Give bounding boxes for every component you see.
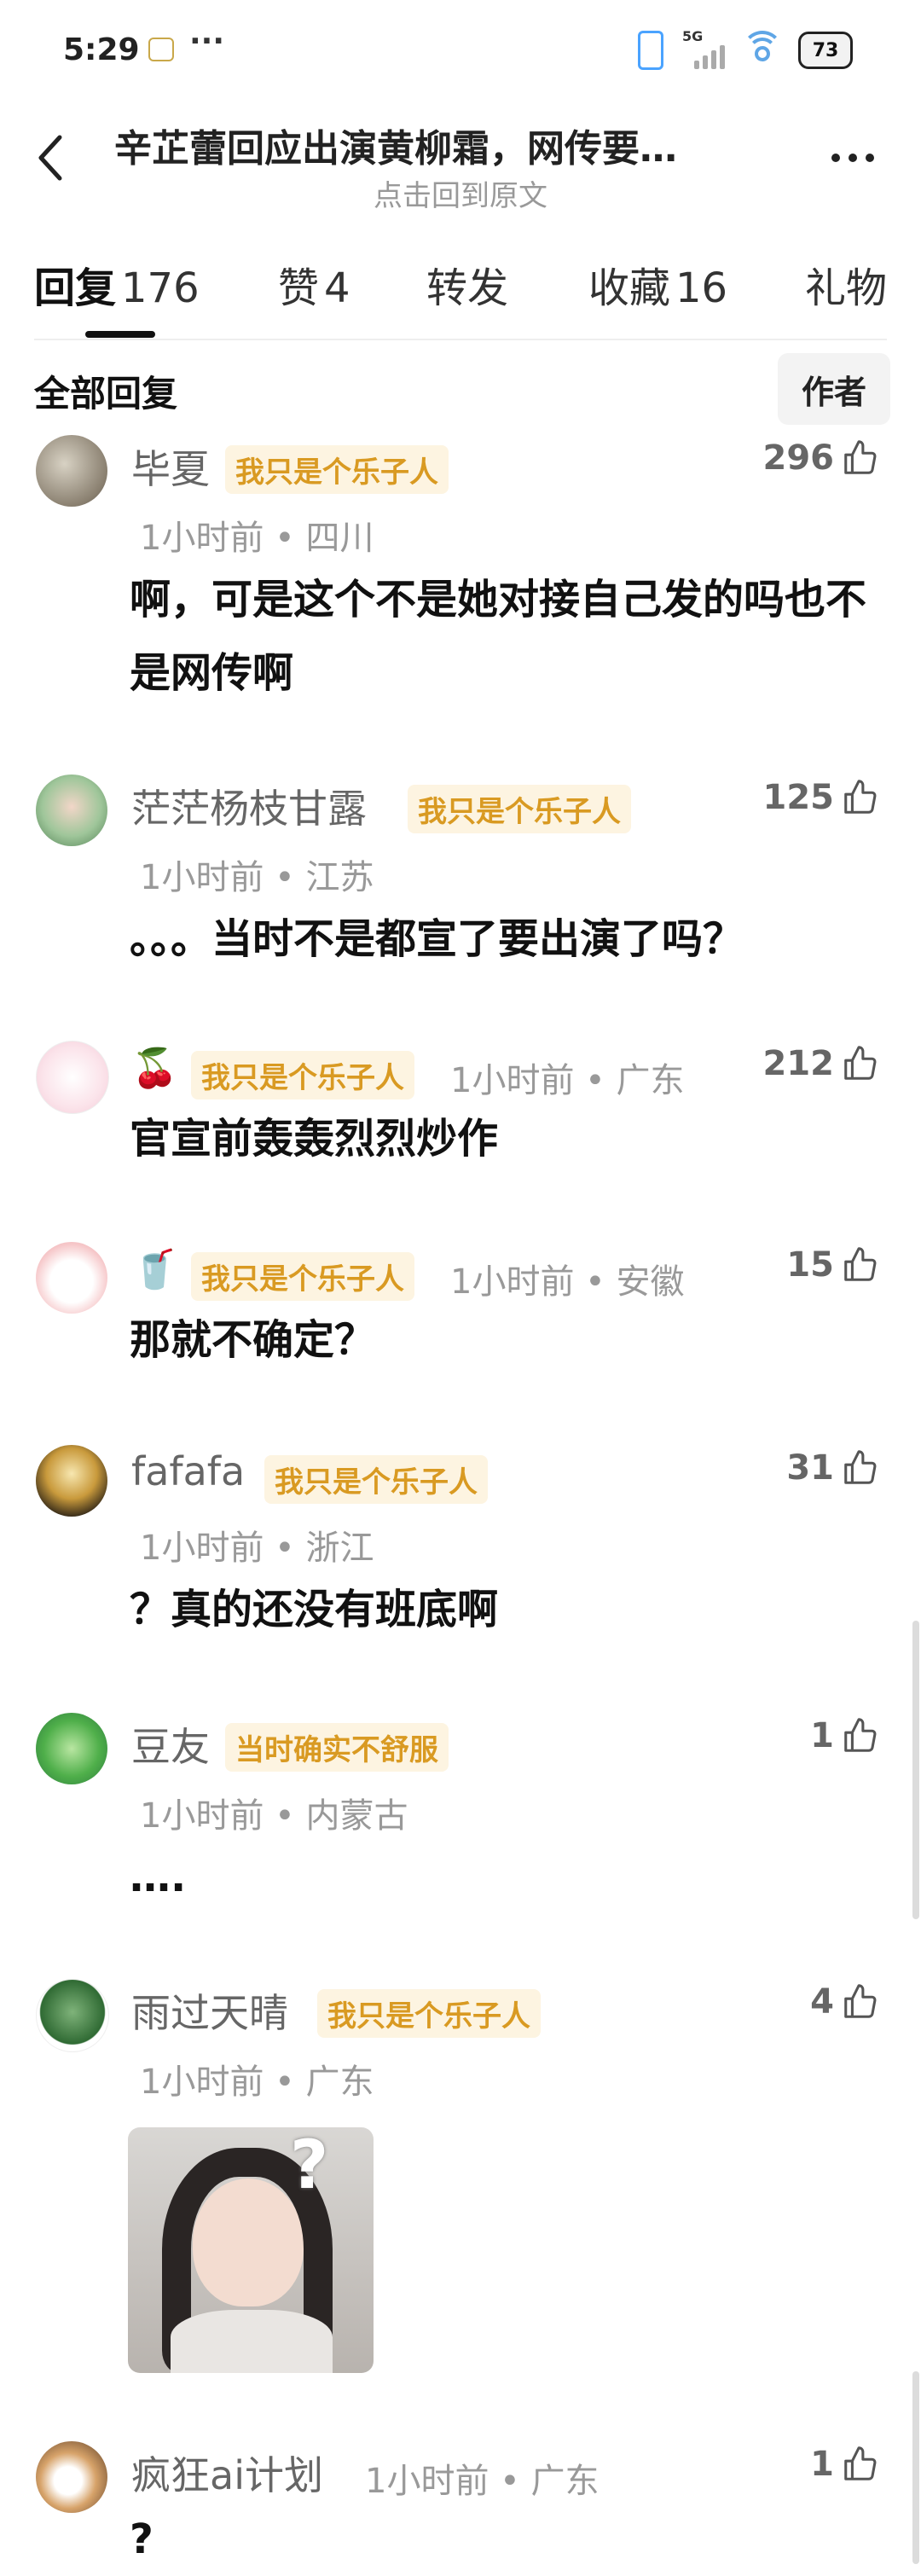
thumbs-up-icon	[844, 1984, 877, 2018]
avatar[interactable]	[36, 775, 107, 846]
comment-username[interactable]: fafafa	[131, 1448, 245, 1494]
like-count: 15	[786, 1245, 834, 1285]
like-count: 1	[810, 1716, 834, 1755]
comment-meta: 1小时前 • 广东	[365, 2462, 600, 2501]
comment-meta: 1小时前 • 江苏	[140, 858, 374, 897]
divider	[34, 339, 887, 340]
comment-text: ?	[130, 2515, 154, 2563]
thumbs-up-icon	[844, 1247, 877, 1281]
thumbs-up-icon	[844, 1718, 877, 1752]
wifi-icon	[742, 31, 783, 65]
comment-image[interactable]: ?	[128, 2127, 374, 2373]
top-nav: 辛芷蕾回应出演黄柳霜，网传要… 点击回到原文	[0, 102, 921, 213]
like-button[interactable]: 1	[810, 1716, 880, 1755]
username-emoji[interactable]: 🥤	[131, 1247, 178, 1291]
signal-icon: 5G	[681, 28, 727, 69]
like-button[interactable]: 4	[810, 1982, 880, 2022]
comment-username[interactable]: 豆友	[131, 1716, 210, 1772]
avatar[interactable]	[36, 435, 107, 507]
tab-reposts[interactable]: 转发	[426, 254, 513, 314]
thumbs-up-icon	[844, 1046, 877, 1080]
tab-likes[interactable]: 赞4	[278, 254, 350, 314]
page-title[interactable]: 辛芷蕾回应出演黄柳霜，网传要…	[114, 118, 796, 172]
user-badge: 当时确实不舒服	[225, 1723, 449, 1772]
status-time: 5:29	[63, 32, 140, 67]
back-to-original-link[interactable]: 点击回到原文	[0, 172, 921, 214]
tab-gifts[interactable]: 礼物	[805, 254, 892, 314]
user-badge: 我只是个乐子人	[317, 1989, 541, 2038]
comment-text: 啊，可是这个不是她对接自己发的吗也不是网传啊	[130, 576, 867, 697]
user-badge: 我只是个乐子人	[191, 1051, 414, 1099]
comment-meta: 1小时前 • 浙江	[140, 1529, 374, 1568]
network-type: 5G	[682, 28, 704, 44]
section-title: 全部回复	[34, 373, 178, 415]
like-button[interactable]: 125	[763, 778, 881, 817]
like-count: 1	[810, 2445, 834, 2484]
avatar[interactable]	[36, 1979, 109, 2052]
avatar[interactable]	[36, 1242, 107, 1314]
comment-text: 那就不确定？	[130, 1316, 376, 1364]
comment-text: ….	[130, 1854, 187, 1901]
avatar[interactable]	[36, 1713, 107, 1784]
user-badge: 我只是个乐子人	[408, 785, 631, 833]
thumbs-up-icon	[844, 1450, 877, 1484]
tab-bar: 回复 176 赞4 转发 收藏 16 礼物	[0, 247, 921, 341]
avatar[interactable]	[36, 1445, 107, 1517]
tab-favorites[interactable]: 收藏 16	[588, 254, 727, 314]
avatar[interactable]	[36, 2441, 107, 2513]
comment-username[interactable]: 雨过天晴	[131, 1982, 288, 2039]
like-button[interactable]: 212	[763, 1044, 881, 1083]
user-badge: 我只是个乐子人	[264, 1455, 488, 1504]
active-tab-indicator	[85, 331, 155, 338]
like-count: 212	[762, 1044, 835, 1083]
thumbs-up-icon	[844, 2446, 877, 2480]
comment-username[interactable]: 茫茫杨枝甘露	[131, 778, 367, 834]
status-right: 5G 73	[638, 28, 853, 70]
more-button[interactable]	[819, 136, 887, 179]
like-count: 31	[786, 1448, 834, 1488]
image-sweater	[171, 2310, 333, 2373]
thumbs-up-icon	[844, 780, 877, 814]
tab-replies[interactable]: 回复 176	[34, 254, 200, 314]
like-button[interactable]: 296	[763, 438, 881, 478]
like-button[interactable]: 15	[786, 1245, 880, 1285]
comment-text: ？真的还没有班底啊	[130, 1586, 499, 1633]
notification-icon	[148, 38, 174, 61]
user-badge: 我只是个乐子人	[225, 445, 449, 494]
thumbs-up-icon	[844, 440, 877, 474]
comment-text: 。。。当时不是都宣了要出演了吗？	[130, 915, 744, 963]
comment-meta: 1小时前 • 四川	[140, 519, 374, 558]
like-button[interactable]: 31	[786, 1448, 880, 1488]
scrollbar-lower[interactable]	[912, 2371, 919, 2564]
comment-username[interactable]: 疯狂ai计划	[131, 2445, 323, 2501]
question-mark: ?	[290, 2127, 329, 2204]
like-button[interactable]: 1	[810, 2445, 880, 2484]
avatar[interactable]	[36, 1041, 109, 1114]
battery-icon: 73	[798, 32, 853, 69]
user-badge: 我只是个乐子人	[191, 1252, 414, 1301]
comment-meta: 1小时前 • 广东	[450, 1061, 685, 1100]
like-count: 125	[762, 778, 835, 817]
status-more-dots: ···	[189, 24, 225, 59]
like-count: 4	[810, 1982, 834, 2022]
phone-icon	[638, 31, 663, 70]
comment-meta: 1小时前 • 内蒙古	[140, 1796, 408, 1836]
comment-username[interactable]: 毕夏	[131, 438, 210, 495]
username-emoji[interactable]: 🍒	[131, 1046, 178, 1090]
comment-meta: 1小时前 • 安徽	[450, 1262, 685, 1302]
author-filter-button[interactable]: 作者	[778, 353, 890, 425]
comment-text: 官宣前轰轰烈烈炒作	[130, 1115, 499, 1163]
status-bar: 5:29 ··· 5G 73	[0, 0, 921, 94]
like-count: 296	[762, 438, 835, 478]
scrollbar[interactable]	[912, 1621, 919, 1919]
comment-meta: 1小时前 • 广东	[140, 2063, 374, 2102]
